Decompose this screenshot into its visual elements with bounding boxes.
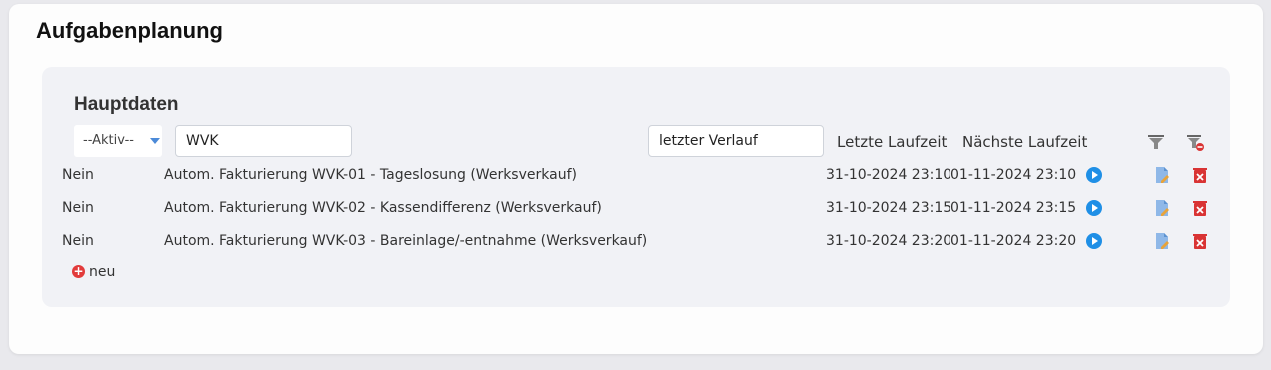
row-2-name[interactable]: Autom. Fakturierung WVK-02 - Kassendiffe…	[164, 200, 602, 216]
new-task-label: neu	[89, 264, 116, 280]
history-filter-input[interactable]: letzter Verlauf	[648, 125, 824, 157]
add-icon: +	[72, 264, 85, 278]
row-3-name[interactable]: Autom. Fakturierung WVK-03 - Bareinlage/…	[164, 233, 647, 249]
row-3-last-run: 31-10-2024 23:20	[826, 233, 950, 249]
column-header-next-run: Nächste Laufzeit	[962, 133, 1088, 151]
filter-icon[interactable]	[1147, 133, 1165, 151]
row-1-next-run: 01-11-2024 23:10	[950, 167, 1077, 183]
delete-icon[interactable]	[1191, 199, 1209, 217]
section-title: Hauptdaten	[74, 94, 179, 115]
main-data-panel	[42, 67, 1230, 307]
run-icon[interactable]	[1085, 166, 1103, 184]
active-filter-select[interactable]: --Aktiv--	[74, 125, 162, 157]
row-2-active: Nein	[62, 200, 94, 216]
row-2-last-run: 31-10-2024 23:15	[826, 200, 950, 216]
new-task-link[interactable]: + neu	[72, 264, 115, 280]
delete-icon[interactable]	[1191, 166, 1209, 184]
row-3-next-run: 01-11-2024 23:20	[950, 233, 1077, 249]
row-1-last-run: 31-10-2024 23:10	[826, 167, 950, 183]
edit-icon[interactable]	[1153, 232, 1171, 250]
page-title: Aufgabenplanung	[36, 18, 223, 43]
run-icon[interactable]	[1085, 232, 1103, 250]
name-filter-input[interactable]: WVK	[175, 125, 352, 157]
active-filter-value: --Aktiv--	[83, 133, 134, 148]
run-icon[interactable]	[1085, 199, 1103, 217]
row-1-name[interactable]: Autom. Fakturierung WVK-01 - Tageslosung…	[164, 167, 577, 183]
filter-clear-icon[interactable]	[1186, 133, 1204, 151]
chevron-down-icon	[150, 138, 160, 144]
delete-icon[interactable]	[1191, 232, 1209, 250]
row-3-active: Nein	[62, 233, 94, 249]
column-header-last-run: Letzte Laufzeit	[837, 133, 948, 151]
row-2-next-run: 01-11-2024 23:15	[950, 200, 1077, 216]
row-1-active: Nein	[62, 167, 94, 183]
edit-icon[interactable]	[1153, 199, 1171, 217]
edit-icon[interactable]	[1153, 166, 1171, 184]
